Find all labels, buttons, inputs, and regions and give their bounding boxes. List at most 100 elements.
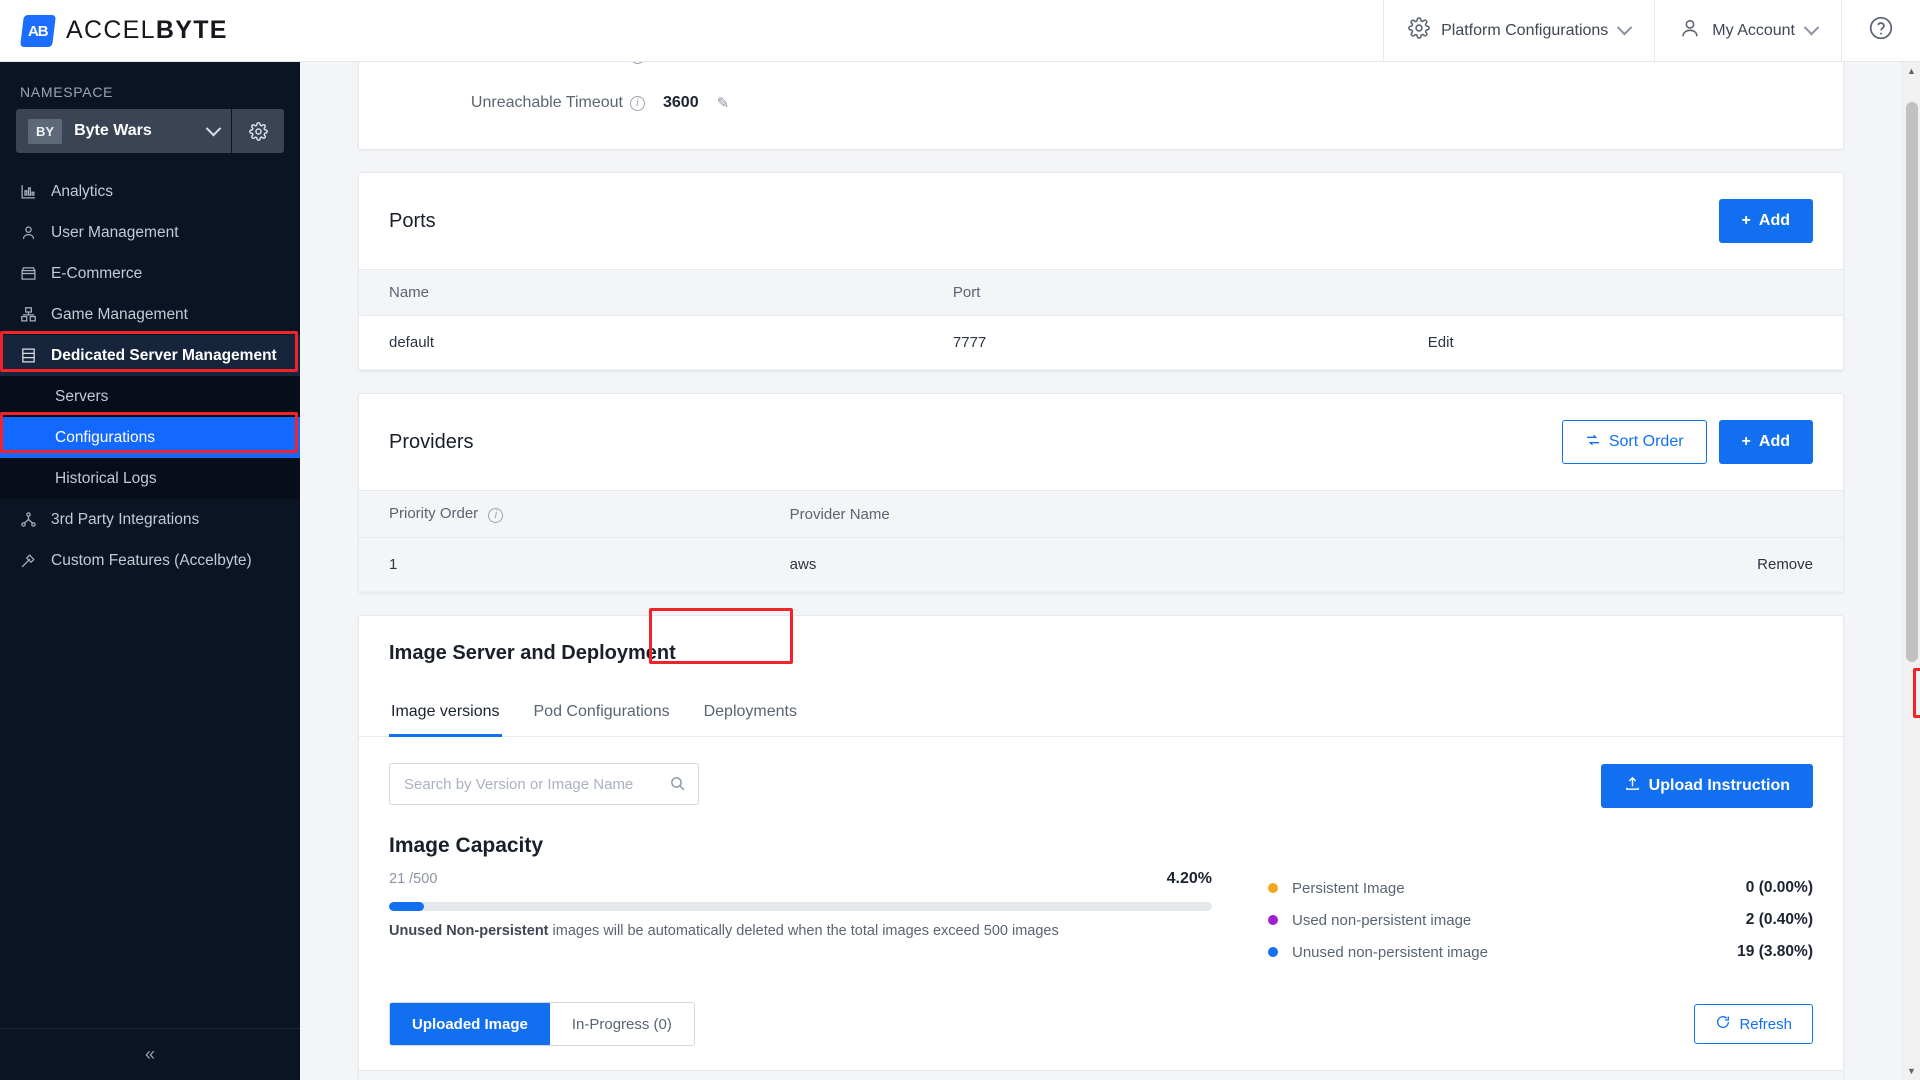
store-icon xyxy=(20,265,37,282)
my-account-menu[interactable]: My Account xyxy=(1654,0,1841,61)
tab-label: Pod Configurations xyxy=(533,703,670,720)
edit-pencil-icon[interactable]: ✎ xyxy=(717,62,730,64)
chevron-down-icon xyxy=(1617,19,1633,36)
legend-value: 2 (0.40%) xyxy=(1745,911,1813,928)
scroll-up-arrow-icon[interactable]: ▲ xyxy=(1903,62,1920,80)
brand-logo[interactable]: AB ACCELBYTE xyxy=(0,0,300,61)
legend-label: Persistent Image xyxy=(1292,879,1405,897)
sidebar-item-analytics[interactable]: Analytics xyxy=(0,171,300,212)
tab-pod-configurations[interactable]: Pod Configurations xyxy=(532,687,672,736)
image-state-segmented-control: Uploaded Image In-Progress (0) xyxy=(389,1002,695,1046)
providers-add-label: Add xyxy=(1758,433,1790,450)
chevron-down-icon xyxy=(1803,19,1820,36)
table-row: 1 aws Remove xyxy=(359,537,1843,592)
capacity-note: Unused Non-persistent images will be aut… xyxy=(389,923,1212,939)
sidebar-subnav: Servers Configurations Historical Logs xyxy=(0,376,300,499)
session-timeout-label: Session Timeout xyxy=(505,62,623,64)
page-body: NAMESPACE BY Byte Wars Analytics User Ma… xyxy=(0,62,1920,1080)
sidebar-item-historical-logs[interactable]: Historical Logs xyxy=(0,458,300,499)
image-capacity-chart: 21 /500 4.20% Unused Non-persistent imag… xyxy=(389,870,1813,968)
legend-label: Used non-persistent image xyxy=(1292,911,1472,929)
namespace-selector[interactable]: BY Byte Wars xyxy=(16,109,231,153)
providers-table-header-row: Priority Order i Provider Name xyxy=(359,490,1843,538)
gear-icon xyxy=(1408,17,1430,44)
sidebar-item-configurations[interactable]: Configurations xyxy=(0,417,300,458)
edit-pencil-icon[interactable]: ✎ xyxy=(717,94,730,112)
legend-value: 19 (3.80%) xyxy=(1737,943,1813,960)
sidebar-nav: Analytics User Management E-Commerce Gam… xyxy=(0,171,300,581)
ports-edit-link[interactable]: Edit xyxy=(1397,315,1843,370)
content-column: Session Timeout i 1800 ✎ Unreachable Tim… xyxy=(300,62,1902,1080)
segment-label: In-Progress (0) xyxy=(571,1015,672,1033)
help-button[interactable] xyxy=(1841,0,1920,61)
image-server-header: Image Server and Deployment xyxy=(359,616,1843,687)
sidebar: NAMESPACE BY Byte Wars Analytics User Ma… xyxy=(0,62,300,1080)
sidebar-item-user-management[interactable]: User Management xyxy=(0,212,300,253)
sidebar-item-label: Custom Features (Accelbyte) xyxy=(51,551,252,569)
namespace-settings-button[interactable] xyxy=(232,109,284,153)
providers-cell-name: aws xyxy=(759,537,1547,592)
providers-add-button[interactable]: + Add xyxy=(1718,420,1813,464)
sidebar-item-dedicated-server-management[interactable]: Dedicated Server Management xyxy=(0,335,300,376)
ports-header: Ports + Add xyxy=(359,173,1843,269)
search-icon xyxy=(669,775,686,797)
sidebar-item-ecommerce[interactable]: E-Commerce xyxy=(0,253,300,294)
timeout-card: Session Timeout i 1800 ✎ Unreachable Tim… xyxy=(358,62,1844,150)
my-account-label: My Account xyxy=(1712,21,1795,39)
providers-remove-link[interactable]: Remove xyxy=(1546,537,1843,592)
scroll-down-arrow-icon[interactable]: ▼ xyxy=(1903,1062,1920,1080)
legend-label: Unused non-persistent image xyxy=(1292,943,1488,961)
providers-cell-priority: 1 xyxy=(359,537,760,592)
providers-col-priority-label: Priority Order xyxy=(389,505,479,522)
tab-deployments[interactable]: Deployments xyxy=(702,687,799,736)
integration-icon xyxy=(20,511,37,528)
segment-uploaded-image[interactable]: Uploaded Image xyxy=(390,1003,550,1045)
ports-table-header-row: Name Port xyxy=(359,269,1843,316)
sidebar-collapse-button[interactable]: « xyxy=(0,1028,300,1080)
capacity-note-rest: images will be automatically deleted whe… xyxy=(548,923,1059,939)
ports-table: Name Port default 7777 Edit xyxy=(359,269,1843,370)
namespace-badge: BY xyxy=(28,118,63,144)
col-version[interactable]: Version▲▼ xyxy=(466,1070,627,1080)
capacity-percent-label: 4.20% xyxy=(1166,870,1212,887)
info-icon[interactable]: i xyxy=(630,62,645,64)
sidebar-item-servers[interactable]: Servers xyxy=(0,376,300,417)
upload-instruction-button[interactable]: Upload Instruction xyxy=(1600,764,1813,808)
collapse-chevrons-icon: « xyxy=(144,1044,155,1064)
server-icon xyxy=(20,347,37,364)
col-updated-at[interactable]: Updated At▼ xyxy=(1566,1070,1742,1080)
scrollbar-thumb[interactable] xyxy=(1906,102,1918,662)
unreachable-timeout-value: 3600 xyxy=(663,94,699,111)
gear-icon xyxy=(248,121,268,141)
sidebar-item-3rd-party-integrations[interactable]: 3rd Party Integrations xyxy=(0,499,300,540)
vertical-scrollbar[interactable]: ▲ ▼ xyxy=(1902,62,1920,1080)
sidebar-item-label: Analytics xyxy=(51,182,114,200)
sidebar-item-custom-features[interactable]: Custom Features (Accelbyte) xyxy=(0,540,300,581)
segment-in-progress[interactable]: In-Progress (0) xyxy=(549,1003,694,1045)
info-icon[interactable]: i xyxy=(488,508,504,523)
namespace-heading: NAMESPACE xyxy=(20,84,114,100)
providers-table: Priority Order i Provider Name 1 aws Rem… xyxy=(359,490,1843,592)
providers-sort-order-button[interactable]: Sort Order xyxy=(1561,420,1707,464)
search-wrapper xyxy=(389,763,699,805)
tab-image-versions[interactable]: Image versions xyxy=(389,687,502,737)
legend-value: 0 (0.00%) xyxy=(1745,879,1813,896)
sidebar-subitem-label: Historical Logs xyxy=(55,469,157,487)
platform-configurations-menu[interactable]: Platform Configurations xyxy=(1383,0,1654,61)
image-table-toolbar: Uploaded Image In-Progress (0) Refresh xyxy=(389,1002,1813,1046)
sidebar-item-label: 3rd Party Integrations xyxy=(51,510,200,528)
search-input[interactable] xyxy=(389,763,699,805)
image-capacity-title: Image Capacity xyxy=(389,834,544,857)
col-persistent: Persistent xyxy=(1202,1070,1364,1080)
tab-label: Deployments xyxy=(703,703,797,720)
ports-add-button[interactable]: + Add xyxy=(1718,199,1813,243)
refresh-button[interactable]: Refresh xyxy=(1694,1004,1813,1044)
info-icon[interactable]: i xyxy=(630,95,645,111)
sidebar-item-label: E-Commerce xyxy=(51,264,143,282)
capacity-used-label: 21 /500 xyxy=(389,871,438,887)
session-timeout-label-wrap: Session Timeout i xyxy=(359,62,645,64)
accelbyte-logo-icon: AB xyxy=(20,14,56,47)
game-icon xyxy=(20,306,37,323)
sidebar-item-game-management[interactable]: Game Management xyxy=(0,294,300,335)
brand-name: ACCELBYTE xyxy=(66,16,228,44)
